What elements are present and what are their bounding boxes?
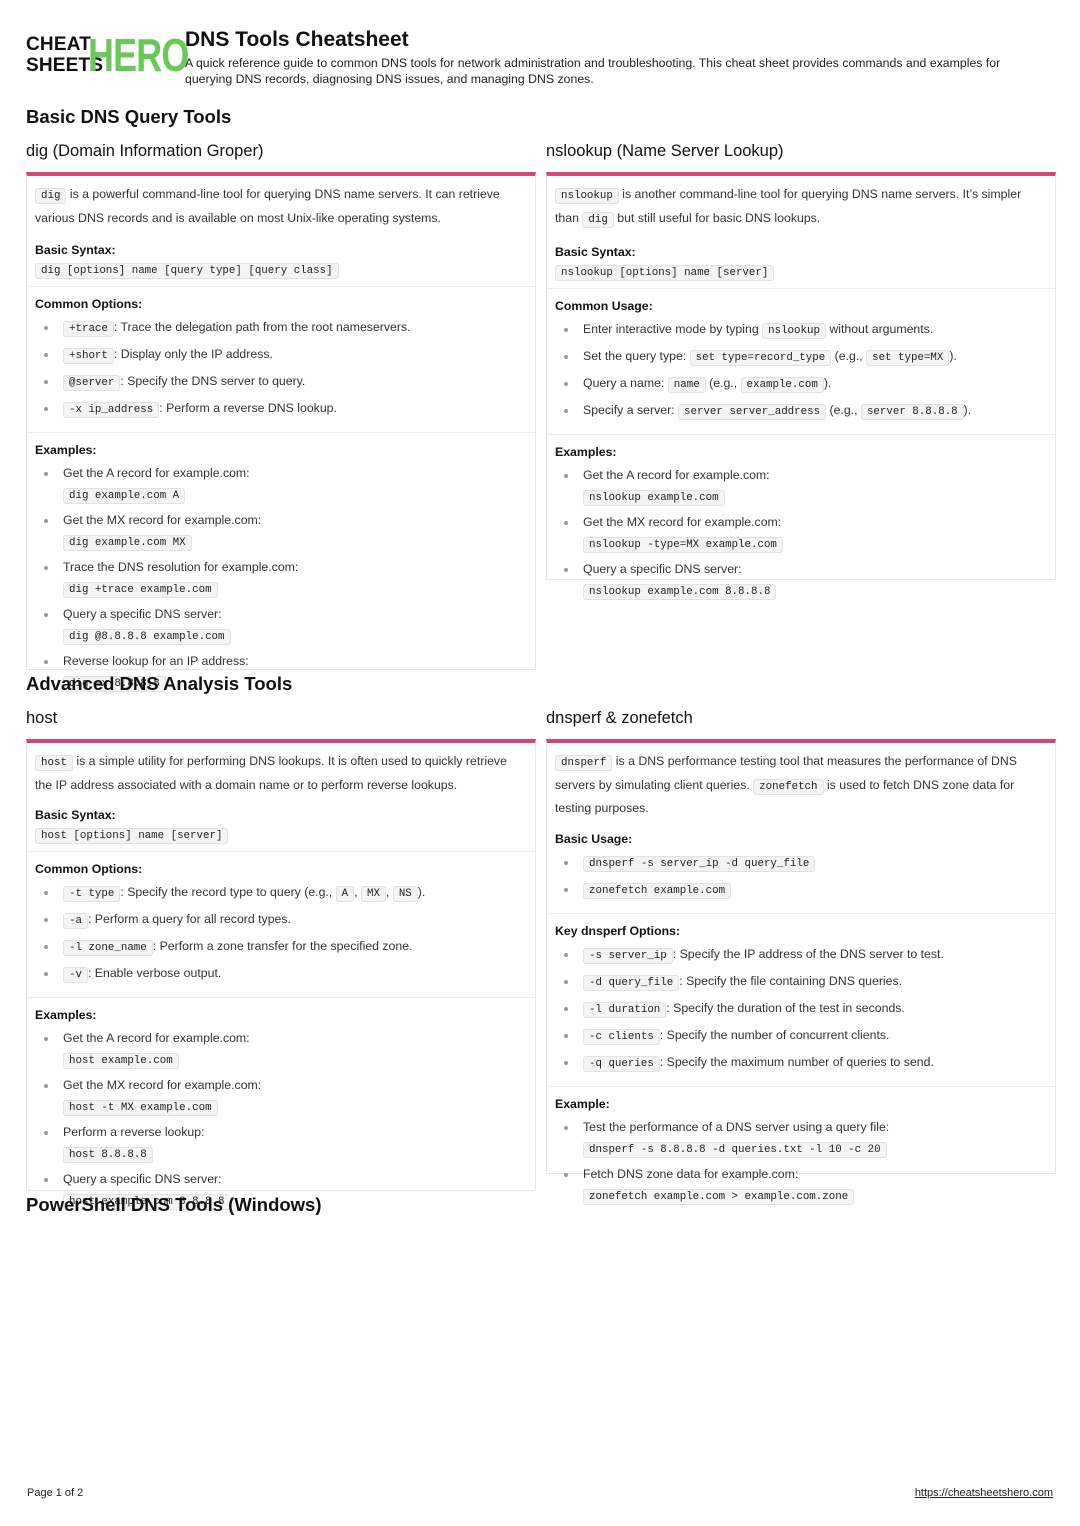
list-item: -v: Enable verbose output. [35, 964, 527, 984]
list-item: Trace the DNS resolution for example.com… [35, 558, 527, 598]
nslookup-intro: nslookup is another command-line tool fo… [555, 187, 1022, 228]
dig-intro-section: dig is a powerful command-line tool for … [27, 176, 535, 287]
host-examples-section: Examples: Get the A record for example.c… [27, 998, 535, 1223]
logo-text-hero: HERO [88, 29, 189, 81]
list-item: Query a specific DNS server: dig @8.8.8.8… [35, 605, 527, 645]
list-item: -c clients: Specify the number of concur… [555, 1026, 1047, 1046]
section-heading-basic: Basic DNS Query Tools [26, 106, 232, 127]
list-item: -l zone_name: Perform a zone transfer fo… [35, 937, 527, 957]
dig-intro: dig is a powerful command-line tool for … [35, 187, 500, 225]
dnsperf-usage-list: dnsperf -s server_ip -d query_file zonef… [555, 853, 1047, 900]
list-item: -l duration: Specify the duration of the… [555, 999, 1047, 1019]
dnsperf-examples-list: Test the performance of a DNS server usi… [555, 1118, 1047, 1205]
host-syntax-code: host [options] name [server] [35, 828, 229, 844]
list-item: -x ip_address: Perform a reverse DNS loo… [35, 399, 527, 419]
card-dnsperf: dnsperf is a DNS performance testing too… [546, 739, 1056, 1205]
list-item: @server: Specify the DNS server to query… [35, 372, 527, 392]
dig-syntax-code: dig [options] name [query type] [query c… [35, 263, 339, 279]
host-options-label: Common Options: [35, 862, 143, 876]
list-item: Get the A record for example.com: host ex… [35, 1029, 527, 1069]
list-item: -q queries: Specify the maximum number o… [555, 1053, 1047, 1073]
list-item: Get the A record for example.com: dig exa… [35, 464, 527, 504]
dig-examples-section: Examples: Get the A record for example.c… [27, 433, 535, 705]
dnsperf-example-label: Example: [555, 1096, 610, 1111]
list-item: Get the MX record for example.com: dig ex… [35, 511, 527, 551]
list-item: Query a name: name (e.g., example.com). [555, 374, 1047, 394]
page-header: CHEAT SHEETS HERO DNS Tools Cheatsheet A… [26, 28, 1056, 88]
dnsperf-usage-label: Basic Usage: [555, 831, 633, 846]
dnsperf-intro: dnsperf is a DNS performance testing too… [555, 754, 1017, 815]
list-item: Get the A record for example.com: nslooku… [555, 466, 1047, 506]
card-title-host: host [26, 709, 58, 727]
list-item: Enter interactive mode by typing nslooku… [555, 320, 1047, 340]
dig-syntax-label: Basic Syntax: [35, 243, 116, 257]
page-subtitle: A quick reference guide to common DNS to… [185, 56, 1001, 86]
dnsperf-options-list: -s server_ip: Specify the IP address of … [555, 945, 1047, 1073]
list-item: -s server_ip: Specify the IP address of … [555, 945, 1047, 965]
host-intro: host is a simple utility for performing … [35, 754, 507, 792]
card-dig: dig is a powerful command-line tool for … [26, 172, 536, 692]
host-examples-label: Examples: [35, 1008, 97, 1022]
section-heading-advanced: Advanced DNS Analysis Tools [26, 673, 293, 694]
list-item: Get the MX record for example.com: host -… [35, 1076, 527, 1116]
list-item: Set the query type: set type=record_type… [555, 347, 1047, 367]
host-syntax-label: Basic Syntax: [35, 808, 116, 822]
site-link[interactable]: https://cheatsheetshero.com [915, 1487, 1053, 1499]
page-number: Page 1 of 2 [27, 1487, 84, 1499]
card-title-dig: dig (Domain Information Groper) [26, 142, 264, 160]
page-title: DNS Tools Cheatsheet [185, 28, 409, 51]
list-item: Specify a server: server server_address … [555, 401, 1047, 421]
cheatsheetshero-logo[interactable]: CHEAT SHEETS HERO [26, 32, 189, 78]
list-item: -d query_file: Specify the file containi… [555, 972, 1047, 992]
nslookup-syntax-code: nslookup [options] name [server] [555, 265, 775, 281]
dig-options-section: Common Options: +trace: Trace the delega… [27, 287, 535, 433]
list-item: +trace: Trace the delegation path from t… [35, 318, 527, 338]
host-examples-list: Get the A record for example.com: host ex… [35, 1029, 527, 1210]
inline-code: dig [35, 188, 67, 204]
dig-options-label: Common Options: [35, 297, 143, 311]
list-item: Perform a reverse lookup: host 8.8.8.8 [35, 1123, 527, 1163]
dnsperf-example-section: Example: Test the performance of a DNS s… [547, 1087, 1055, 1218]
nslookup-usage-label: Common Usage: [555, 299, 653, 313]
dig-examples-list: Get the A record for example.com: dig exa… [35, 464, 527, 692]
nslookup-examples-section: Examples: Get the A record for example.c… [547, 435, 1055, 613]
nslookup-usage-section: Common Usage: Enter interactive mode by … [547, 289, 1055, 435]
list-item: Get the MX record for example.com: nslook… [555, 513, 1047, 553]
host-options-section: Common Options: -t type: Specify the rec… [27, 852, 535, 998]
host-intro-section: host is a simple utility for performing … [27, 743, 535, 852]
card-nslookup: nslookup is another command-line tool fo… [546, 172, 1056, 600]
card-host: host is a simple utility for performing … [26, 739, 536, 1210]
nslookup-examples-list: Get the A record for example.com: nslooku… [555, 466, 1047, 600]
list-item: Fetch DNS zone data for example.com: zone… [555, 1165, 1047, 1205]
card-title-nslookup: nslookup (Name Server Lookup) [546, 142, 784, 160]
list-item: +short: Display only the IP address. [35, 345, 527, 365]
dnsperf-options-label: Key dnsperf Options: [555, 923, 681, 938]
dnsperf-options-section: Key dnsperf Options: -s server_ip: Speci… [547, 914, 1055, 1087]
section-heading-powershell: PowerShell DNS Tools (Windows) [26, 1194, 322, 1215]
list-item: -t type: Specify the record type to quer… [35, 883, 527, 903]
dnsperf-intro-section: dnsperf is a DNS performance testing too… [547, 743, 1055, 914]
list-item: Query a specific DNS server: nslookup exa… [555, 560, 1047, 600]
list-item: -a: Perform a query for all record types… [35, 910, 527, 930]
list-item: zonefetch example.com [555, 880, 1047, 900]
nslookup-examples-label: Examples: [555, 445, 617, 459]
list-item: dnsperf -s server_ip -d query_file [555, 853, 1047, 873]
host-options-list: -t type: Specify the record type to quer… [35, 883, 527, 984]
dig-examples-label: Examples: [35, 443, 97, 457]
nslookup-usage-list: Enter interactive mode by typing nslooku… [555, 320, 1047, 421]
nslookup-syntax-label: Basic Syntax: [555, 245, 636, 259]
dig-options-list: +trace: Trace the delegation path from t… [35, 318, 527, 419]
nslookup-intro-section: nslookup is another command-line tool fo… [547, 176, 1055, 289]
list-item: Test the performance of a DNS server usi… [555, 1118, 1047, 1158]
card-title-dnsperf: dnsperf & zonefetch [546, 709, 693, 727]
